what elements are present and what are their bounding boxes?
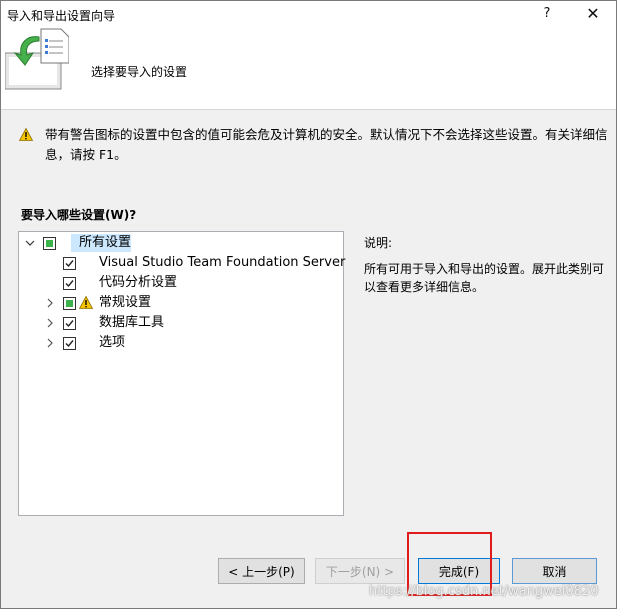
tree-node-options[interactable]: 选项 <box>23 334 343 352</box>
tree-node-label: 选项 <box>99 335 126 350</box>
chevron-right-icon[interactable] <box>45 298 55 308</box>
page-title: 选择要导入的设置 <box>91 65 188 79</box>
all-settings-checkbox[interactable] <box>43 237 56 250</box>
tree-node-label: 常规设置 <box>99 295 152 310</box>
cancel-button[interactable]: 取消 <box>512 558 597 584</box>
tree-node-database-tools[interactable]: 数据库工具 <box>23 314 343 332</box>
close-button[interactable]: ✕ <box>579 3 607 25</box>
tree-node-all-settings[interactable]: 所有设置 <box>23 234 343 252</box>
watermark-text: https://blog.csdn.net/wangwei0820 <box>369 584 599 599</box>
tree-node-code-analysis[interactable]: 代码分析设置 <box>23 274 343 292</box>
checkmark-icon <box>65 260 74 268</box>
settings-question-label: 要导入哪些设置(W)? <box>21 208 137 222</box>
tree-node-tfs[interactable]: Visual Studio Team Foundation Server <box>23 254 346 272</box>
warning-text: 带有警告图标的设置中包含的值可能会危及计算机的安全。默认情况下不会选择这些设置。… <box>45 127 608 162</box>
tree-node-label: 代码分析设置 <box>99 275 178 290</box>
description-heading: 说明: <box>364 236 393 250</box>
back-button[interactable]: < 上一步(P) <box>218 558 305 584</box>
checkmark-icon <box>65 280 74 288</box>
tfs-checkbox[interactable] <box>63 257 76 270</box>
chevron-down-icon[interactable] <box>25 238 35 248</box>
general-settings-checkbox[interactable] <box>63 297 76 310</box>
wizard-import-icon <box>5 28 69 90</box>
title-bar: 导入和导出设置向导 ? ✕ <box>1 1 616 27</box>
warning-icon <box>79 296 93 309</box>
description-panel: 说明: 所有可用于导入和导出的设置。展开此类别可以查看更多详细信息。 <box>364 234 604 296</box>
tree-node-label: Visual Studio Team Foundation Server <box>99 255 346 270</box>
checkmark-icon <box>65 320 74 328</box>
tree-node-label: 数据库工具 <box>99 315 165 330</box>
tree-node-general-settings[interactable]: 常规设置 <box>23 294 343 312</box>
chevron-right-icon[interactable] <box>45 338 55 348</box>
next-button[interactable]: 下一步(N) > <box>315 558 405 584</box>
help-button[interactable]: ? <box>533 3 561 25</box>
tree-node-label: 所有设置 <box>79 235 132 250</box>
settings-tree[interactable]: 所有设置 Visual Studio Team Foundation Serve… <box>18 231 346 516</box>
options-checkbox[interactable] <box>63 337 76 350</box>
chevron-right-icon[interactable] <box>45 318 55 328</box>
code-analysis-checkbox[interactable] <box>63 277 76 290</box>
checkmark-icon <box>65 340 74 348</box>
window-title: 导入和导出设置向导 <box>7 9 116 23</box>
finish-button[interactable]: 完成(F) <box>418 558 500 584</box>
import-export-wizard-window: 导入和导出设置向导 ? ✕ 选择要导入的设置 带有警告图标的设置中包含的值可能会… <box>0 0 617 609</box>
warning-icon <box>19 128 33 141</box>
wizard-header: 选择要导入的设置 <box>1 27 616 110</box>
description-body: 所有可用于导入和导出的设置。展开此类别可以查看更多详细信息。 <box>364 262 605 294</box>
database-tools-checkbox[interactable] <box>63 317 76 330</box>
